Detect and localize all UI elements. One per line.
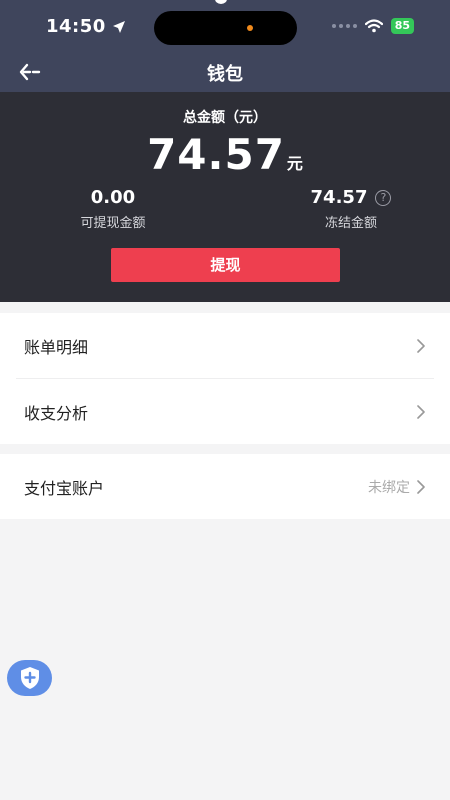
balance-summary: 总金额（元） 74.57 元 0.00 可提现金额 74.57 ? 冻结金额 提现 [0, 92, 450, 302]
withdrawable-value: 0.00 [90, 187, 136, 208]
bill-details-row[interactable]: 账单明细 [0, 313, 450, 378]
dynamic-island [154, 11, 297, 45]
chevron-right-icon [417, 338, 425, 353]
status-time-text: 14:50 [46, 16, 106, 37]
page-title: 钱包 [207, 64, 243, 85]
wifi-icon [364, 19, 383, 33]
battery-indicator: 85 [390, 18, 414, 34]
signal-icon [331, 24, 357, 28]
withdrawable-label: 可提现金额 [80, 216, 146, 231]
status-time: 14:50 [46, 16, 126, 37]
alipay-binding-status: 未绑定 [368, 479, 410, 496]
total-amount-value: 74.57 [147, 130, 285, 179]
top-indicator [215, 0, 227, 4]
floating-shield-button[interactable] [7, 660, 52, 696]
alipay-account-label: 支付宝账户 [24, 478, 105, 498]
location-arrow-icon [112, 20, 125, 33]
income-expense-row[interactable]: 收支分析 [0, 379, 450, 444]
status-indicators: 85 [331, 18, 414, 34]
nav-bar: 钱包 [0, 54, 450, 92]
alipay-account-row[interactable]: 支付宝账户 未绑定 [0, 454, 450, 519]
total-amount-unit: 元 [286, 154, 303, 173]
withdraw-button[interactable]: 提现 [111, 248, 340, 282]
status-bar: 14:50 85 [0, 0, 450, 54]
wallet-menu-card: 账单明细 收支分析 [0, 313, 450, 444]
chevron-right-icon [417, 404, 425, 419]
frozen-label: 冻结金额 [324, 216, 377, 231]
frozen-value: 74.57 ? [296, 187, 406, 208]
recording-indicator-dot [247, 25, 253, 31]
withdrawable-amount: 0.00 可提现金额 [70, 187, 156, 231]
total-amount-label: 总金额（元） [183, 110, 267, 126]
alipay-card: 支付宝账户 未绑定 [0, 454, 450, 519]
frozen-amount: 74.57 ? 冻结金额 [296, 187, 406, 231]
bill-details-label: 账单明细 [24, 337, 89, 357]
total-amount-row: 74.57 元 [0, 130, 450, 179]
chevron-right-icon [417, 479, 425, 494]
income-expense-label: 收支分析 [24, 403, 89, 423]
question-circle-icon[interactable]: ? [375, 189, 392, 206]
shield-plus-icon [20, 667, 39, 689]
